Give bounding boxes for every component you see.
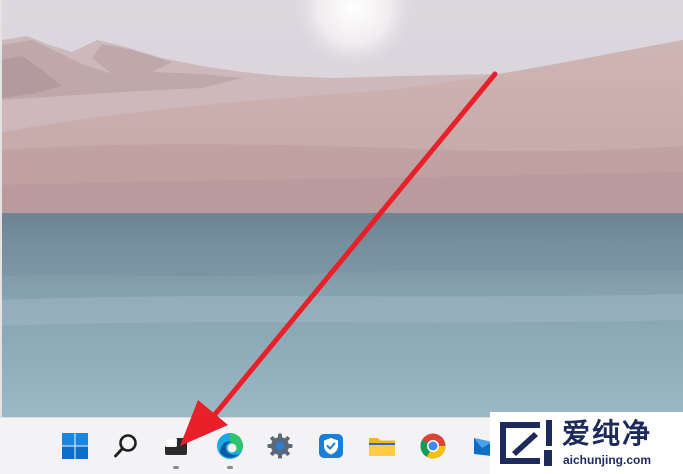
running-indicator bbox=[227, 466, 233, 469]
file-explorer-button[interactable] bbox=[362, 426, 402, 466]
security-button[interactable] bbox=[311, 426, 351, 466]
chrome-button[interactable] bbox=[413, 426, 453, 466]
running-indicator bbox=[173, 466, 179, 469]
site-logo-icon bbox=[500, 420, 552, 466]
windows-logo-icon bbox=[62, 433, 88, 459]
watermark: 爱纯净 aichunjing.com bbox=[490, 412, 683, 474]
task-view-button[interactable] bbox=[156, 426, 196, 469]
start-button[interactable] bbox=[55, 426, 95, 466]
shield-icon bbox=[319, 434, 343, 458]
search-icon bbox=[114, 434, 137, 458]
settings-button[interactable] bbox=[260, 426, 300, 466]
gear-icon bbox=[267, 433, 293, 459]
edge-button[interactable] bbox=[210, 426, 250, 469]
watermark-url: aichunjing.com bbox=[563, 453, 652, 467]
wallpaper-image bbox=[2, 0, 683, 417]
edge-icon bbox=[217, 433, 243, 459]
desktop-wallpaper bbox=[0, 0, 683, 417]
watermark-brand: 爱纯净 bbox=[562, 417, 653, 450]
chrome-icon bbox=[420, 433, 446, 459]
search-button[interactable] bbox=[106, 426, 146, 466]
task-view-icon bbox=[165, 438, 187, 455]
folder-icon bbox=[369, 438, 395, 456]
